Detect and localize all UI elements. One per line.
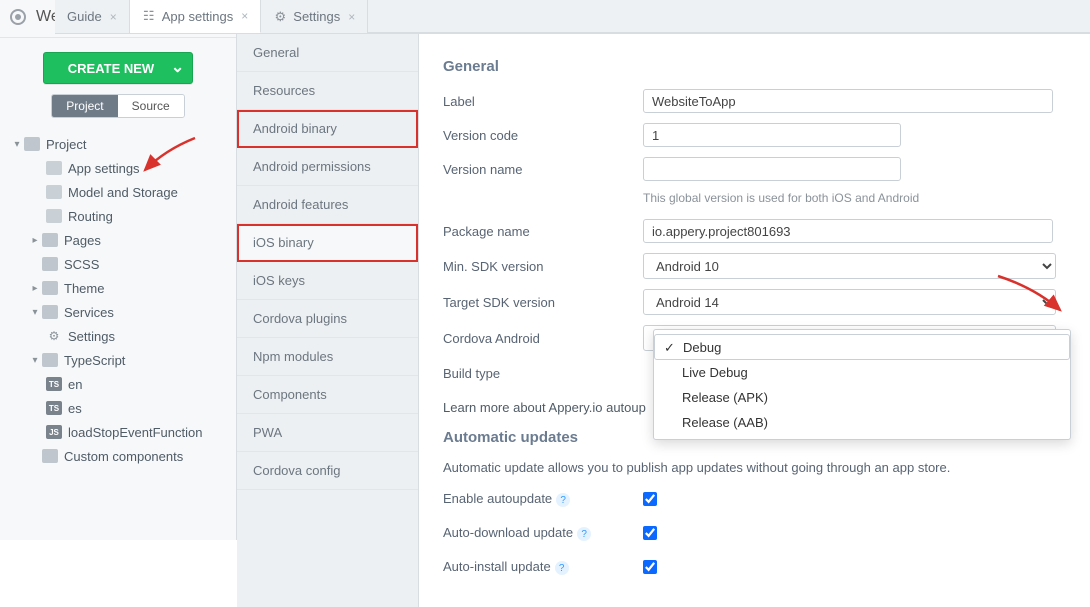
tree-theme[interactable]: ▸Theme [6, 276, 230, 300]
info-icon[interactable]: ? [555, 561, 569, 575]
learn-more-text: Learn more about Appery.io autoup [443, 400, 646, 415]
auto-install-lbl: Auto-install update? [443, 559, 643, 576]
create-new-button[interactable]: CREATE NEW ⌄ [43, 52, 193, 84]
nav-components[interactable]: Components [237, 376, 418, 414]
tree-pages[interactable]: ▸Pages [6, 228, 230, 252]
version-code-lbl: Version code [443, 128, 643, 143]
info-icon[interactable]: ? [577, 527, 591, 541]
package-lbl: Package name [443, 224, 643, 239]
folder-icon [42, 353, 58, 367]
target-sdk-select[interactable]: Android 14 [643, 289, 1056, 315]
folder-icon [42, 233, 58, 247]
package-input[interactable] [643, 219, 1053, 243]
gear-icon: ⚙ [273, 10, 287, 24]
nav-ios-binary[interactable]: iOS binary [237, 224, 418, 262]
build-opt-release-aab[interactable]: Release (AAB) [654, 410, 1070, 435]
folder-icon [42, 281, 58, 295]
chevron-down-icon: ⌄ [171, 57, 184, 77]
tree-ts-es[interactable]: TSes [6, 396, 230, 420]
project-tree: ▾Project App settings Model and Storage … [0, 128, 236, 472]
tree-scss[interactable]: SCSS [6, 252, 230, 276]
tree-model-storage[interactable]: Model and Storage [6, 180, 230, 204]
folder-icon [24, 137, 40, 151]
label-input[interactable] [643, 89, 1053, 113]
auto-download-checkbox[interactable] [643, 526, 657, 540]
close-icon[interactable]: × [110, 10, 117, 24]
page-icon [46, 161, 62, 175]
editor-tabs: Guide× ☷ App settings× ⚙ Settings× [55, 0, 1090, 34]
nav-cordova-plugins[interactable]: Cordova plugins [237, 300, 418, 338]
project-sidebar: WebsiteToApp ‹‹ CREATE NEW ⌄ Project Sou… [0, 0, 237, 540]
build-opt-live-debug[interactable]: Live Debug [654, 360, 1070, 385]
sliders-icon: ☷ [142, 9, 156, 23]
auto-download-lbl: Auto-download update? [443, 525, 643, 542]
enable-autoupdate-lbl: Enable autoupdate? [443, 491, 643, 508]
build-opt-release-apk[interactable]: Release (APK) [654, 385, 1070, 410]
auto-install-checkbox[interactable] [643, 560, 657, 574]
nav-general[interactable]: General [237, 34, 418, 72]
tab-app-settings[interactable]: ☷ App settings× [130, 0, 262, 33]
info-icon[interactable]: ? [556, 493, 570, 507]
label-lbl: Label [443, 94, 643, 109]
nav-android-permissions[interactable]: Android permissions [237, 148, 418, 186]
folder-icon [42, 449, 58, 463]
nav-npm-modules[interactable]: Npm modules [237, 338, 418, 376]
nav-cordova-config[interactable]: Cordova config [237, 452, 418, 490]
nav-resources[interactable]: Resources [237, 72, 418, 110]
tree-routing[interactable]: Routing [6, 204, 230, 228]
app-logo-icon [10, 9, 26, 25]
js-icon: JS [46, 425, 62, 439]
version-code-input[interactable] [643, 123, 901, 147]
version-name-input[interactable] [643, 157, 901, 181]
ts-icon: TS [46, 401, 62, 415]
tree-typescript[interactable]: ▾TypeScript [6, 348, 230, 372]
tree-services[interactable]: ▾Services [6, 300, 230, 324]
subtab-project[interactable]: Project [52, 95, 117, 117]
enable-autoupdate-checkbox[interactable] [643, 492, 657, 506]
gear-icon: ⚙ [46, 329, 62, 343]
create-new-label: CREATE NEW [68, 61, 154, 76]
build-opt-debug[interactable]: Debug [654, 334, 1070, 360]
nav-android-features[interactable]: Android features [237, 186, 418, 224]
tree-settings-leaf[interactable]: ⚙Settings [6, 324, 230, 348]
min-sdk-select[interactable]: Android 10 [643, 253, 1056, 279]
version-hint: This global version is used for both iOS… [643, 191, 1066, 205]
nav-pwa[interactable]: PWA [237, 414, 418, 452]
tab-guide[interactable]: Guide× [55, 0, 130, 33]
close-icon[interactable]: × [241, 9, 248, 23]
build-type-menu: Debug Live Debug Release (APK) Release (… [653, 329, 1071, 440]
project-source-toggle: Project Source [51, 94, 184, 118]
cordova-lbl: Cordova Android [443, 331, 643, 346]
close-icon[interactable]: × [348, 10, 355, 24]
tree-project[interactable]: ▾Project [6, 132, 230, 156]
folder-icon [42, 305, 58, 319]
tree-loadstop[interactable]: JSloadStopEventFunction [6, 420, 230, 444]
tree-custom[interactable]: Custom components [6, 444, 230, 468]
nav-ios-keys[interactable]: iOS keys [237, 262, 418, 300]
min-sdk-lbl: Min. SDK version [443, 259, 643, 274]
tab-settings[interactable]: ⚙ Settings× [261, 0, 368, 33]
page-icon [46, 185, 62, 199]
build-type-lbl: Build type [443, 366, 643, 381]
target-sdk-lbl: Target SDK version [443, 295, 643, 310]
tree-ts-en[interactable]: TSen [6, 372, 230, 396]
auto-desc: Automatic update allows you to publish a… [443, 460, 1066, 475]
settings-side-nav: General Resources Android binary Android… [237, 34, 419, 607]
folder-icon [42, 257, 58, 271]
page-icon [46, 209, 62, 223]
section-general-heading: General [443, 58, 1066, 75]
tree-app-settings[interactable]: App settings [6, 156, 230, 180]
settings-content: General Label Version code Version name … [419, 34, 1090, 607]
ts-icon: TS [46, 377, 62, 391]
subtab-source[interactable]: Source [118, 95, 184, 117]
version-name-lbl: Version name [443, 162, 643, 177]
nav-android-binary[interactable]: Android binary [237, 110, 418, 148]
